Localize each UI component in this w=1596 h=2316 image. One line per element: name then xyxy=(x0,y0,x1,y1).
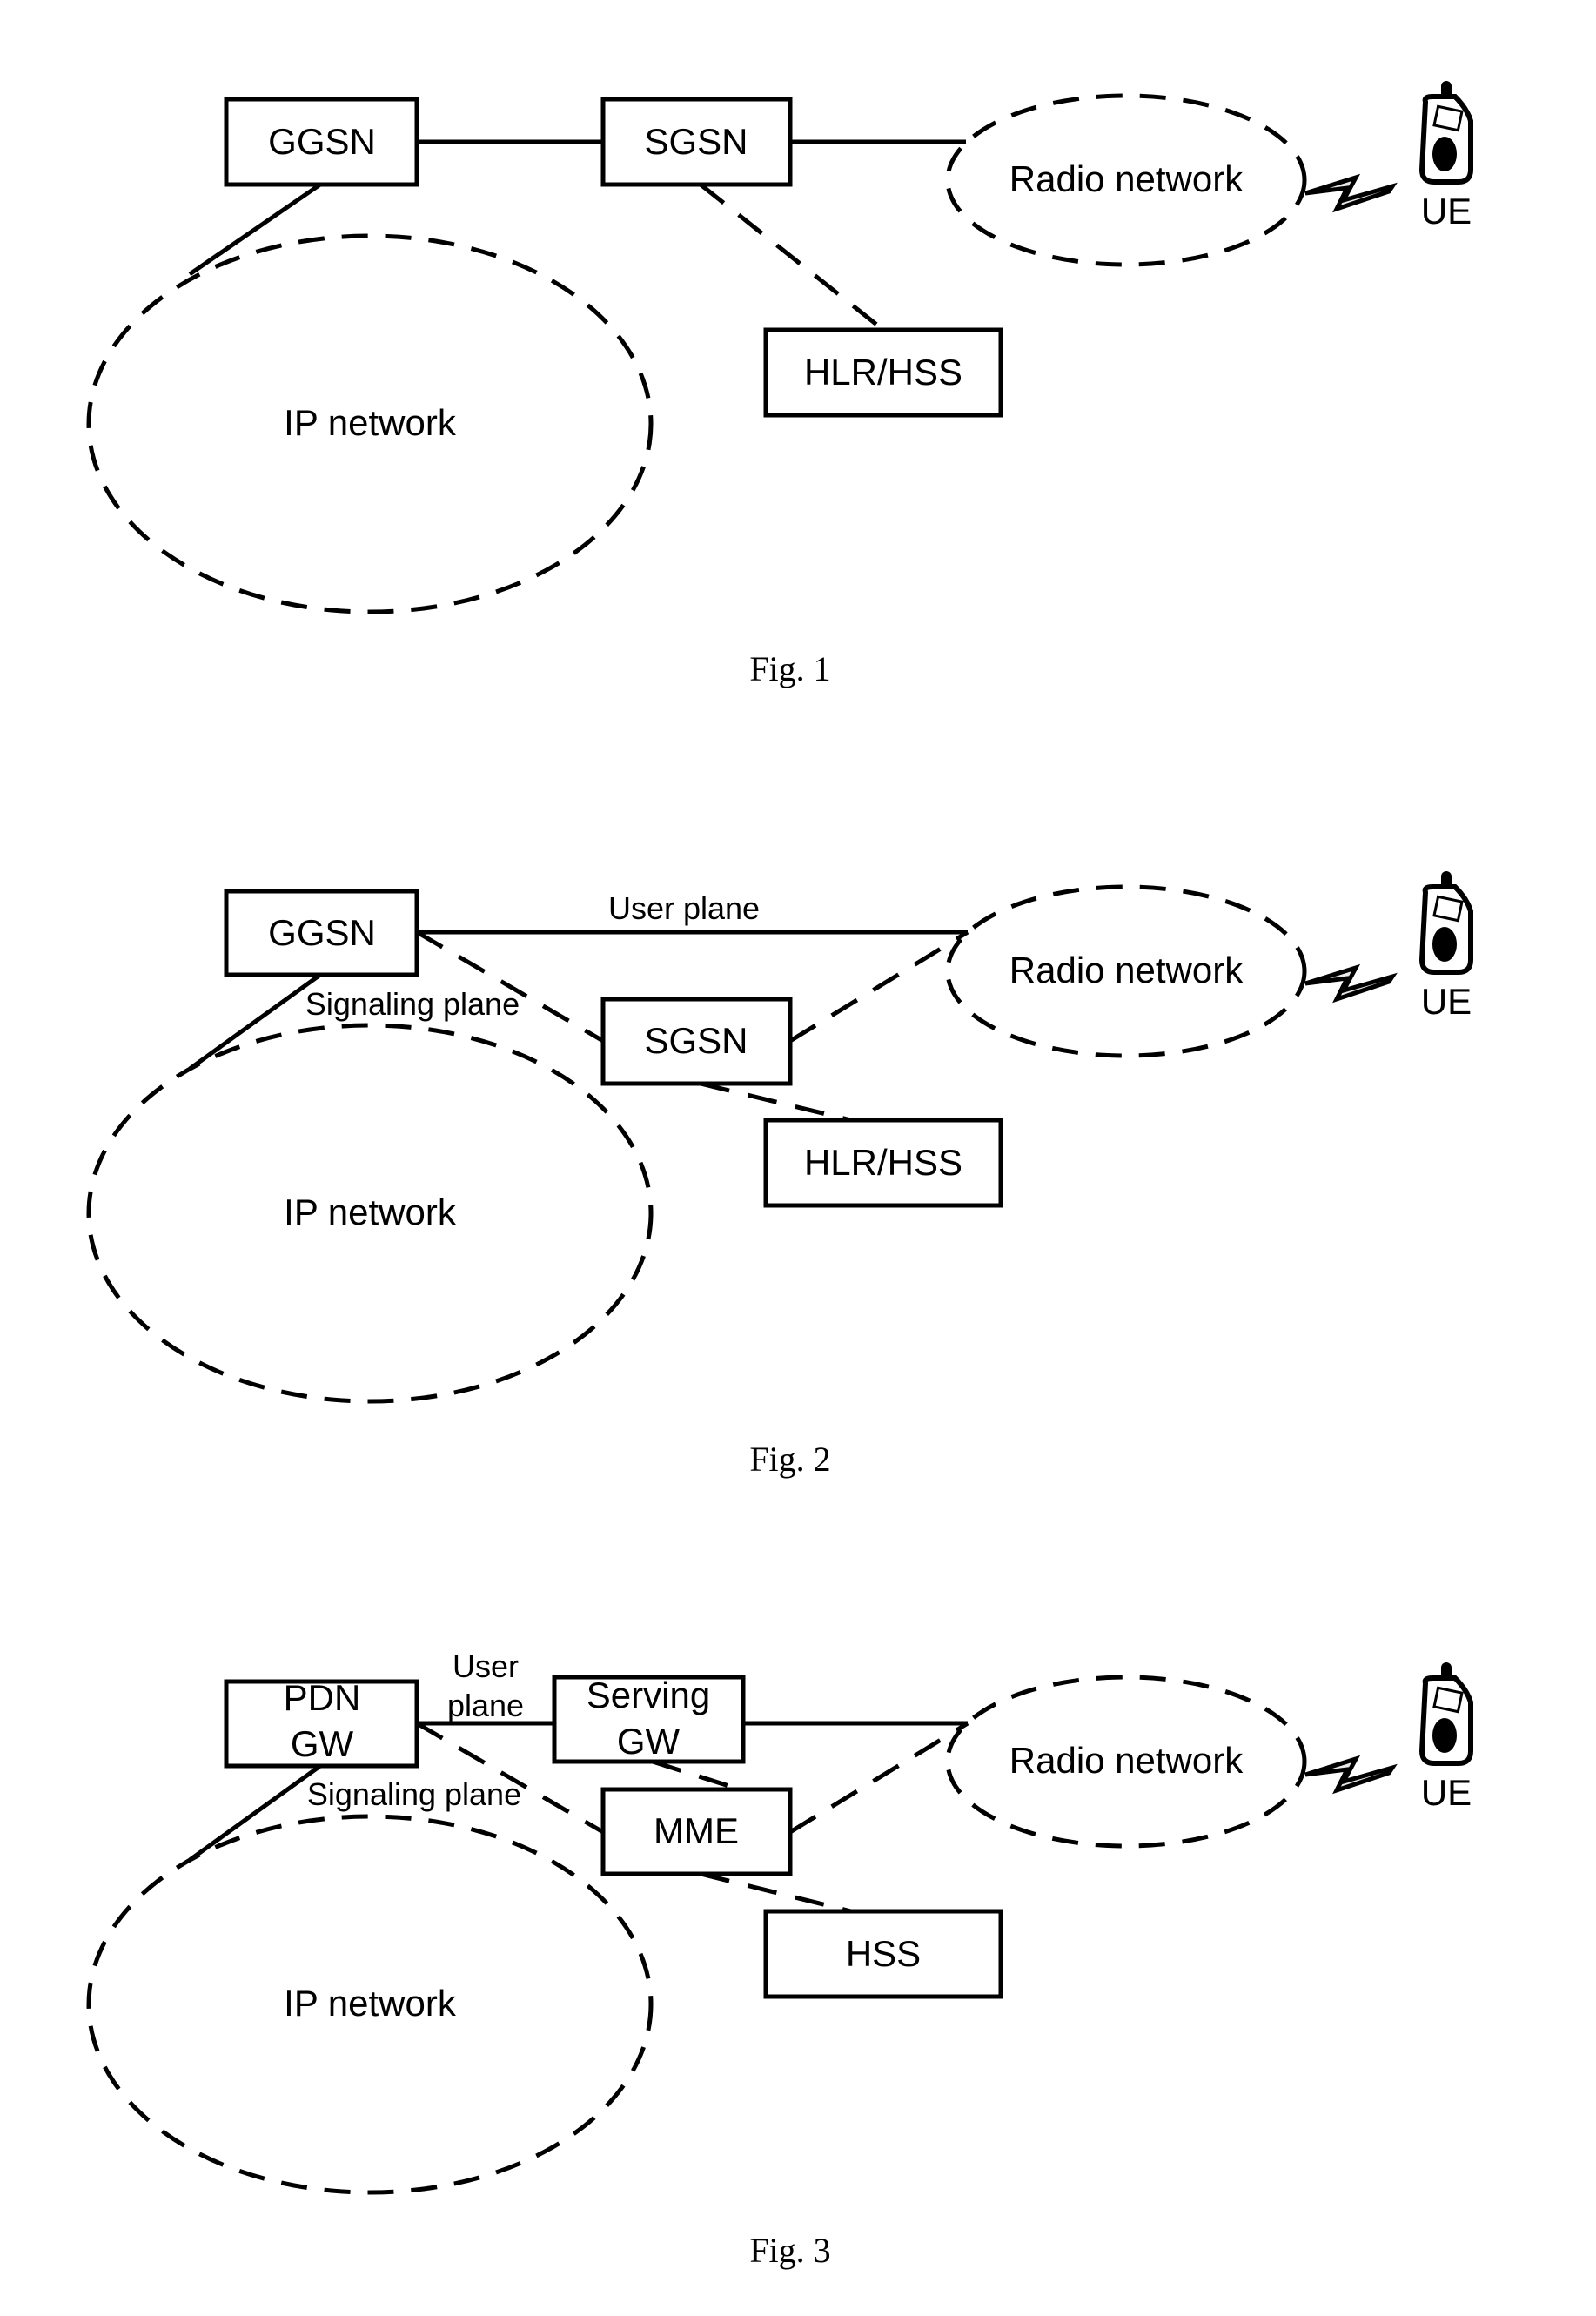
user-plane-label-line2: plane xyxy=(447,1688,524,1723)
mobile-phone-icon xyxy=(1422,871,1471,972)
patent-figures: GGSN SGSN HLR/HSS Radio network IP netwo… xyxy=(86,0,1596,2270)
link-ggsn-ip xyxy=(188,972,322,1071)
figure-caption: Fig. 3 xyxy=(749,2231,830,2270)
ip-network-label: IP network xyxy=(284,1983,457,2024)
signaling-plane-label: Signaling plane xyxy=(305,986,520,1022)
hss-label: HSS xyxy=(846,1933,921,1974)
user-plane-label-line1: User xyxy=(453,1648,519,1684)
radio-link-icon xyxy=(1305,968,1392,999)
radio-network-label: Radio network xyxy=(1009,1740,1244,1781)
link-ggsn-ip xyxy=(188,182,322,277)
signaling-link-sgsn-radio xyxy=(788,930,969,1044)
radio-link-icon xyxy=(1305,1759,1392,1790)
sgsn-label: SGSN xyxy=(644,1020,748,1061)
mobile-phone-icon xyxy=(1422,81,1471,182)
link-mme-hss xyxy=(700,1871,852,1914)
serving-gw-label-line2: GW xyxy=(617,1721,681,1762)
signaling-plane-label: Signaling plane xyxy=(307,1776,521,1812)
link-pdn-gw-ip xyxy=(188,1763,322,1863)
ip-network-label: IP network xyxy=(284,1192,457,1232)
link-serving-gw-mme xyxy=(652,1759,741,1792)
ue-label: UE xyxy=(1421,1772,1472,1813)
radio-network-label: Radio network xyxy=(1009,158,1244,199)
signaling-link-mme-radio xyxy=(788,1721,969,1835)
ggsn-label: GGSN xyxy=(268,912,376,953)
user-plane-label: User plane xyxy=(608,890,760,926)
mme-label: MME xyxy=(654,1810,739,1851)
figure-caption: Fig. 2 xyxy=(749,1440,830,1479)
link-sgsn-hlr xyxy=(699,183,885,332)
link-sgsn-hlr xyxy=(700,1081,852,1123)
ue-label: UE xyxy=(1421,191,1472,232)
ip-network-label: IP network xyxy=(284,402,457,443)
figure-2: User plane Signaling plane GGSN SGSN HLR… xyxy=(86,871,1472,1479)
ggsn-label: GGSN xyxy=(268,121,376,162)
sgsn-label: SGSN xyxy=(644,121,748,162)
ue-label: UE xyxy=(1421,981,1472,1022)
hlr-hss-label: HLR/HSS xyxy=(804,352,962,393)
radio-link-icon xyxy=(1305,178,1392,209)
pdn-gw-label-line2: GW xyxy=(291,1723,354,1764)
radio-network-label: Radio network xyxy=(1009,950,1244,990)
hlr-hss-label: HLR/HSS xyxy=(804,1142,962,1183)
mobile-phone-icon xyxy=(1422,1662,1471,1763)
serving-gw-label-line1: Serving xyxy=(587,1675,710,1715)
figure-1: GGSN SGSN HLR/HSS Radio network IP netwo… xyxy=(86,81,1472,688)
figure-caption: Fig. 1 xyxy=(749,649,830,688)
pdn-gw-label-line1: PDN xyxy=(284,1677,361,1718)
figure-3: User plane Signaling plane PDN GW Servin… xyxy=(86,1648,1472,2270)
